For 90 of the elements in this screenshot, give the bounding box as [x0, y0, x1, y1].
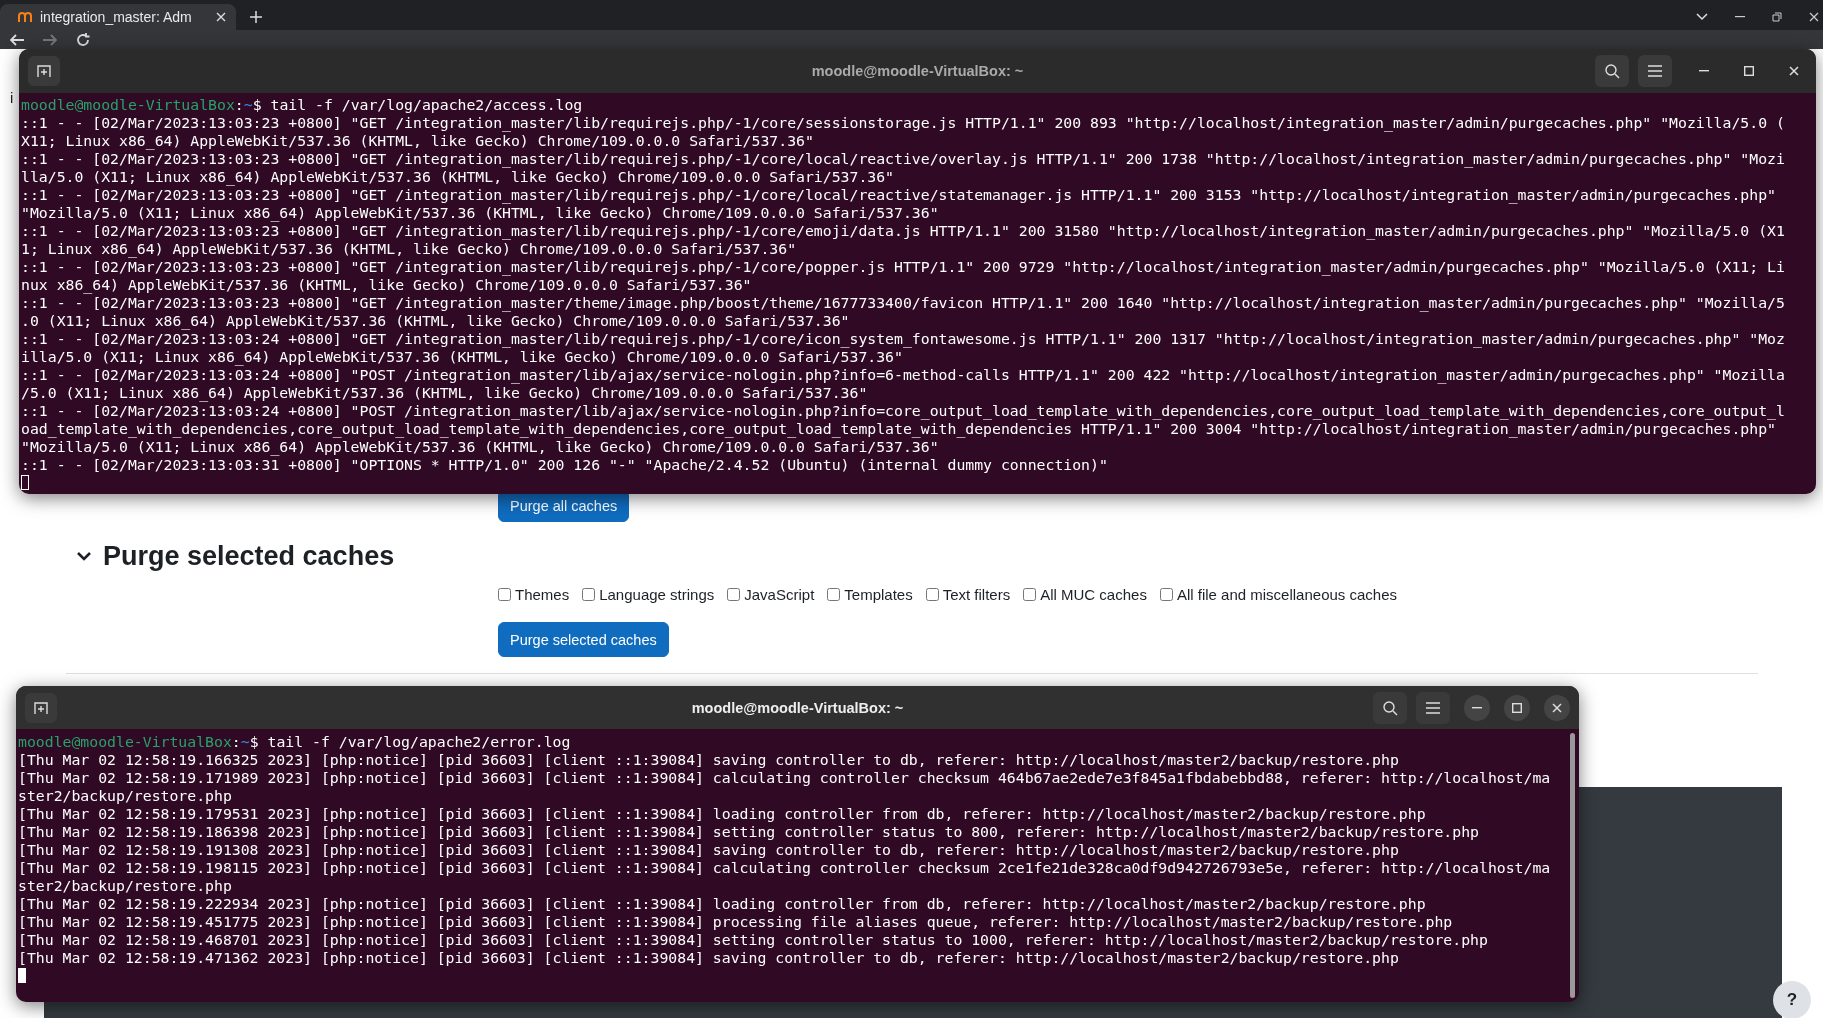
log-line: X11; Linux x86_64) AppleWebKit/537.36 (KHTML, like Gecko) Chrome/109.0.0.0 Safari/537.36" — [21, 132, 815, 150]
log-line: .0 (X11; Linux x86_64) AppleWebKit/537.36 (KHTML, like Gecko) Chrome/109.0.0.0 Safari/537.36" — [21, 312, 851, 330]
log-line: [Thu Mar 02 12:58:19.451775 2023] [php:notice] [pid 36603] [client ::1:39084] processing file aliases queue, referer: http://localhost/master2/backup/restore.php — [18, 913, 1454, 931]
checkbox[interactable] — [582, 587, 596, 601]
close-icon[interactable] — [1809, 12, 1819, 22]
search-icon — [1604, 63, 1620, 79]
checkbox-label[interactable]: Language strings — [599, 585, 715, 603]
log-line: "Mozilla/5.0 (X11; Linux x86_64) AppleWebKit/537.36 (KHTML, like Gecko) Chrome/109.0.0.0 Safari/537.36" — [21, 438, 940, 456]
log-line: ::1 - - [02/Mar/2023:13:03:23 +0800] "GET /integration_master/lib/requirejs.php/-1/core/sessionstorage.js HTTP/1.1" 200 893 "http://localhost/integration_master/admin/purgecaches.php" "Mozilla/5.0 ( — [21, 114, 1786, 132]
log-line: /5.0 (X11; Linux x86_64) AppleWebKit/537.36 (KHTML, like Gecko) Chrome/109.0.0.0 Safari/537.36" — [21, 384, 869, 402]
menu-button[interactable] — [1416, 691, 1450, 724]
close-icon — [1552, 702, 1562, 713]
search-button[interactable] — [1595, 55, 1629, 87]
browser-tab[interactable]: integration_master: Adm — [0, 4, 236, 30]
scrollbar[interactable] — [1570, 733, 1575, 998]
new-tab-button[interactable] — [25, 692, 57, 723]
text-cursor — [21, 475, 29, 490]
log-line: [Thu Mar 02 12:58:19.222934 2023] [php:notice] [pid 36603] [client ::1:39084] loading controller from db, referer: http://localhost/master2/backup/restore.php — [18, 895, 1427, 913]
log-line: illa/5.0 (X11; Linux x86_64) AppleWebKit/537.36 (KHTML, like Gecko) Chrome/109.0.0.0 Safari/537.36" — [21, 348, 904, 366]
text-cursor — [18, 968, 26, 983]
log-line: ster2/backup/restore.php — [18, 877, 233, 895]
log-line: [Thu Mar 02 12:58:19.171989 2023] [php:notice] [pid 36603] [client ::1:39084] calculating controller checksum 464b67ae2ede7e3f845a1fbdabebbd88, referer: http://localhost/ma — [18, 769, 1552, 787]
checkbox-label[interactable]: All MUC caches — [1040, 585, 1147, 603]
log-line: [Thu Mar 02 12:58:19.471362 2023] [php:notice] [pid 36603] [client ::1:39084] saving controller to db, referer: http://localhost/master2/backup/restore.php — [18, 949, 1400, 967]
checkbox-label[interactable]: JavaScript — [744, 585, 815, 603]
maximize-icon — [1744, 66, 1754, 76]
log-line: oad_template_with_dependencies,core_output_load_template_with_dependencies,core_output_load_template_with_dependencies HTTP/1.1" 200 3004 "http://localhost/integration_master/admin/purgecaches.php" — [21, 420, 1777, 438]
log-line: ::1 - - [02/Mar/2023:13:03:23 +0800] "GET /integration_master/lib/requirejs.php/-1/core/local/reactive/statemanager.js HTTP/1.1" 200 3153 "http://localhost/integration_master/admin/purgecaches.php" — [21, 186, 1777, 204]
maximize-icon — [1512, 702, 1522, 713]
log-line: lla/5.0 (X11; Linux x86_64) AppleWebKit/537.36 (KHTML, like Gecko) Chrome/109.0.0.0 Safari/537.36" — [21, 168, 896, 186]
reload-icon[interactable] — [76, 32, 90, 47]
log-line: [Thu Mar 02 12:58:19.468701 2023] [php:notice] [pid 36603] [client ::1:39084] setting controller status to 1000, referer: http://localhost/master2/backup/restore.php — [18, 931, 1489, 949]
checkbox[interactable] — [925, 587, 939, 601]
purge-selected-button[interactable]: Purge selected caches — [498, 622, 669, 657]
checkbox-label[interactable]: Themes — [515, 585, 570, 603]
checkbox-label[interactable]: All file and miscellaneous caches — [1176, 585, 1398, 603]
log-line: ::1 - - [02/Mar/2023:13:03:24 +0800] "POST /integration_master/lib/ajax/service-nologin.php?info=6-method-calls HTTP/1.1" 200 422 "http://localhost/integration_master/admin/purgecaches.php" "Mozilla — [21, 366, 1786, 384]
log-line: ::1 - - [02/Mar/2023:13:03:24 +0800] "POST /integration_master/lib/ajax/service-nologin.php?info=core_output_load_template_with_dependencies,core_output_load_template_with_dependencies,core_output_l — [21, 402, 1786, 420]
log-line: [Thu Mar 02 12:58:19.186398 2023] [php:notice] [pid 36603] [client ::1:39084] setting controller status to 800, referer: http://localhost/master2/backup/restore.php — [18, 823, 1480, 841]
chevron-down-icon[interactable] — [1696, 13, 1708, 21]
log-line: "Mozilla/5.0 (X11; Linux x86_64) AppleWebKit/537.36 (KHTML, like Gecko) Chrome/109.0.0.0 Safari/537.36" — [21, 204, 940, 222]
close-button[interactable] — [1544, 694, 1570, 721]
checkbox-label[interactable]: Templates — [844, 585, 913, 603]
log-line: [Thu Mar 02 12:58:19.198115 2023] [php:notice] [pid 36603] [client ::1:39084] calculating controller checksum 2ce1fe21de328ca0df9d942726793e5e, referer: http://localhost/ma — [18, 859, 1552, 877]
minimize-icon[interactable] — [1735, 16, 1745, 18]
window-title: moodle@moodle-VirtualBox: ~ — [691, 699, 904, 716]
log-line: ster2/backup/restore.php — [18, 787, 233, 805]
log-line: [Thu Mar 02 12:58:19.166325 2023] [php:notice] [pid 36603] [client ::1:39084] saving controller to db, referer: http://localhost/master2/backup/restore.php — [18, 751, 1400, 769]
window-title: moodle@moodle-VirtualBox: ~ — [811, 63, 1024, 79]
checkbox[interactable] — [498, 587, 511, 601]
checkbox[interactable] — [1159, 587, 1173, 601]
log-line: [Thu Mar 02 12:58:19.191308 2023] [php:notice] [pid 36603] [client ::1:39084] saving controller to db, referer: http://localhost/master2/backup/restore.php — [18, 841, 1400, 859]
prompt-line: moodle@moodle-VirtualBox:~$ tail -f /var/log/apache2/access.log — [21, 96, 584, 114]
section-heading: Purge selected caches — [103, 540, 395, 572]
help-button[interactable]: ? — [1773, 981, 1811, 1018]
prompt-line: moodle@moodle-VirtualBox:~$ tail -f /var/log/apache2/error.log — [18, 733, 572, 751]
log-line: ::1 - - [02/Mar/2023:13:03:23 +0800] "GET /integration_master/theme/image.php/boost/theme/1677733400/favicon HTTP/1.1" 200 1640 "http://localhost/integration_master/admin/purgecaches.php" "Mozilla/5 — [21, 294, 1786, 312]
back-icon[interactable] — [10, 33, 24, 46]
log-line: ::1 - - [02/Mar/2023:13:03:23 +0800] "GET /integration_master/lib/requirejs.php/-1/core/local/reactive/overlay.js HTTP/1.1" 200 1738 "http://localhost/integration_master/admin/purgecaches.php" "Mozi — [21, 150, 1786, 168]
new-tab-icon — [33, 699, 49, 716]
menu-button[interactable] — [1638, 55, 1672, 87]
log-line: ::1 - - [02/Mar/2023:13:03:31 +0800] "OPTIONS * HTTP/1.0" 200 126 "-" "Apache/2.4.52 (Ubuntu) (internal dummy connection)" — [21, 456, 1109, 474]
menu-icon — [1648, 65, 1662, 77]
search-icon — [1382, 699, 1398, 716]
checkbox-label[interactable]: Text filters — [942, 585, 1011, 603]
log-line: [Thu Mar 02 12:58:19.179531 2023] [php:notice] [pid 36603] [client ::1:39084] loading controller from db, referer: http://localhost/master2/backup/restore.php — [18, 805, 1427, 823]
close-tab-icon[interactable] — [216, 12, 226, 22]
minimize-icon — [1699, 70, 1709, 72]
close-icon — [1789, 66, 1799, 76]
restore-icon[interactable] — [1772, 12, 1782, 22]
new-tab-icon — [36, 63, 52, 79]
log-line: ::1 - - [02/Mar/2023:13:03:23 +0800] "GET /integration_master/lib/requirejs.php/-1/core/emoji/data.js HTTP/1.1" 200 31580 "http://localhost/integration_master/admin/purgecaches.php" "Mozilla/5.0 (X1 — [21, 222, 1786, 240]
maximize-button[interactable] — [1504, 694, 1530, 721]
checkbox[interactable] — [1023, 587, 1037, 601]
new-tab-button[interactable] — [28, 56, 60, 86]
checkbox[interactable] — [827, 587, 841, 601]
favicon-icon — [18, 12, 32, 22]
chevron-icon[interactable] — [77, 551, 91, 561]
new-tab-icon[interactable] — [250, 11, 262, 23]
log-line: 1; Linux x86_64) AppleWebKit/537.36 (KHTML, like Gecko) Chrome/109.0.0.0 Safari/537.36" — [21, 240, 798, 258]
menu-icon — [1426, 701, 1440, 714]
minimize-button[interactable] — [1464, 694, 1490, 721]
search-button[interactable] — [1373, 691, 1407, 724]
log-line: ::1 - - [02/Mar/2023:13:03:24 +0800] "GET /integration_master/lib/requirejs.php/-1/core/icon_system_fontawesome.js HTTP/1.1" 200 1317 "http://localhost/integration_master/admin/purgecaches.php" "Moz — [21, 330, 1786, 348]
log-line: nux x86_64) AppleWebKit/537.36 (KHTML, like Gecko) Chrome/109.0.0.0 Safari/537.36" — [21, 276, 753, 294]
forward-icon[interactable] — [43, 33, 57, 46]
minimize-icon — [1472, 706, 1482, 709]
checkbox[interactable] — [727, 587, 741, 601]
log-line: ::1 - - [02/Mar/2023:13:03:23 +0800] "GET /integration_master/lib/requirejs.php/-1/core/popper.js HTTP/1.1" 200 9729 "http://localhost/integration_master/admin/purgecaches.php" "Mozilla/5.0 (X11; Li — [21, 258, 1786, 276]
page-text: i — [10, 89, 14, 107]
